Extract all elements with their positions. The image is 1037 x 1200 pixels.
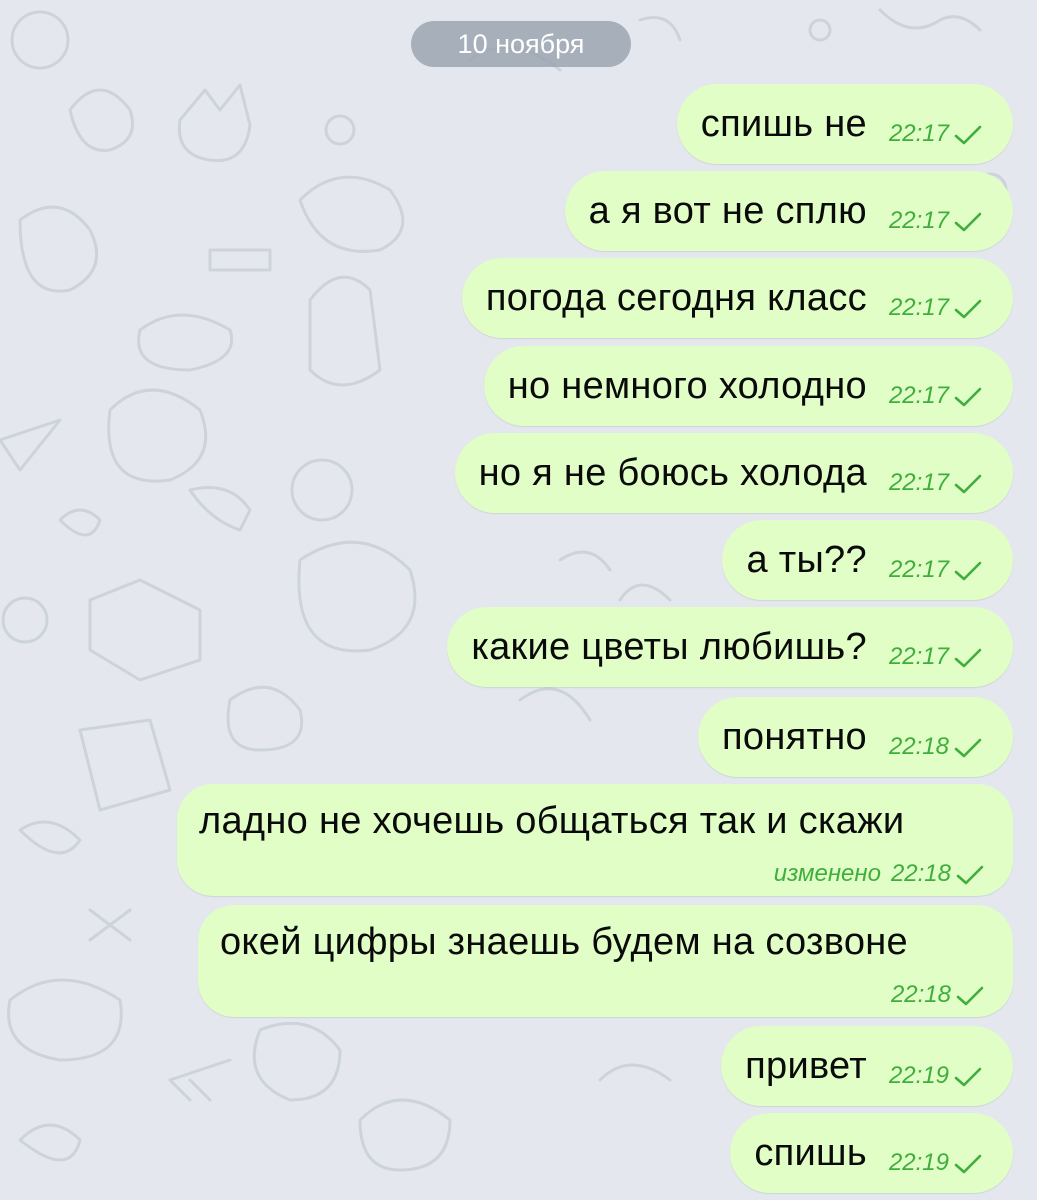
message-text: но немного холодно: [507, 364, 867, 407]
message-text: а ты??: [746, 538, 867, 581]
message-meta: 22:17: [889, 120, 983, 148]
date-divider: 10 ноября: [411, 21, 631, 67]
message-bubble[interactable]: понятно 22:18: [698, 697, 1013, 777]
message-meta: 22:18: [889, 733, 983, 761]
message-time: 22:19: [888, 1062, 949, 1089]
message-time: 22:17: [888, 207, 949, 234]
message-text: окей цифры знаешь будем на созвоне: [220, 921, 908, 963]
single-check-icon: [953, 737, 983, 759]
message-meta: 22:17: [889, 469, 983, 497]
message-bubble[interactable]: но я не боюсь холода 22:17: [454, 433, 1013, 513]
message-text: спишь: [754, 1131, 867, 1174]
message-bubble[interactable]: спишь не 22:17: [676, 84, 1013, 164]
single-check-icon: [955, 985, 985, 1007]
message-text: но я не боюсь холода: [478, 451, 867, 494]
message-meta: 22:17: [889, 207, 983, 235]
message-bubble[interactable]: ладно не хочешь общаться так и скажи изм…: [177, 784, 1013, 896]
message-bubble[interactable]: привет 22:19: [721, 1026, 1013, 1106]
message-bubble[interactable]: какие цветы любишь? 22:17: [447, 607, 1013, 687]
message-time: 22:17: [888, 469, 949, 496]
single-check-icon: [953, 298, 983, 320]
message-bubble[interactable]: но немного холодно 22:17: [483, 346, 1013, 426]
message-meta: 22:19: [889, 1062, 983, 1090]
single-check-icon: [953, 211, 983, 233]
message-text: понятно: [722, 715, 867, 758]
message-meta: 22:17: [889, 294, 983, 322]
message-meta: изменено 22:18: [774, 860, 985, 888]
message-time: 22:17: [888, 556, 949, 583]
message-meta: 22:17: [889, 643, 983, 671]
message-time: 22:17: [888, 120, 949, 147]
message-time: 22:18: [888, 733, 949, 760]
message-time: 22:19: [888, 1149, 949, 1176]
message-text: погода сегодня класс: [485, 276, 867, 319]
message-time: 22:17: [888, 643, 949, 670]
message-bubble[interactable]: погода сегодня класс 22:17: [461, 258, 1013, 338]
single-check-icon: [953, 1066, 983, 1088]
message-time: 22:18: [890, 981, 951, 1008]
single-check-icon: [953, 473, 983, 495]
message-bubble[interactable]: спишь 22:19: [730, 1113, 1013, 1193]
message-bubble[interactable]: а ты?? 22:17: [722, 520, 1013, 600]
single-check-icon: [953, 647, 983, 669]
message-meta: 22:19: [889, 1149, 983, 1177]
message-text: а я вот не сплю: [588, 189, 867, 232]
single-check-icon: [955, 864, 985, 886]
message-time: 22:18: [890, 860, 951, 887]
message-time: 22:17: [888, 382, 949, 409]
message-text: какие цветы любишь?: [471, 625, 867, 668]
message-text: привет: [745, 1044, 867, 1087]
single-check-icon: [953, 1153, 983, 1175]
message-meta: 22:17: [889, 382, 983, 410]
message-bubble[interactable]: окей цифры знаешь будем на созвоне 22:18: [198, 905, 1013, 1017]
message-meta: 22:18: [891, 981, 985, 1009]
message-bubble[interactable]: а я вот не сплю 22:17: [564, 171, 1013, 251]
edited-label: изменено: [773, 860, 881, 887]
single-check-icon: [953, 386, 983, 408]
single-check-icon: [953, 124, 983, 146]
message-text: ладно не хочешь общаться так и скажи: [199, 800, 905, 842]
single-check-icon: [953, 560, 983, 582]
message-time: 22:17: [888, 294, 949, 321]
message-meta: 22:17: [889, 556, 983, 584]
message-text: спишь не: [700, 102, 867, 145]
